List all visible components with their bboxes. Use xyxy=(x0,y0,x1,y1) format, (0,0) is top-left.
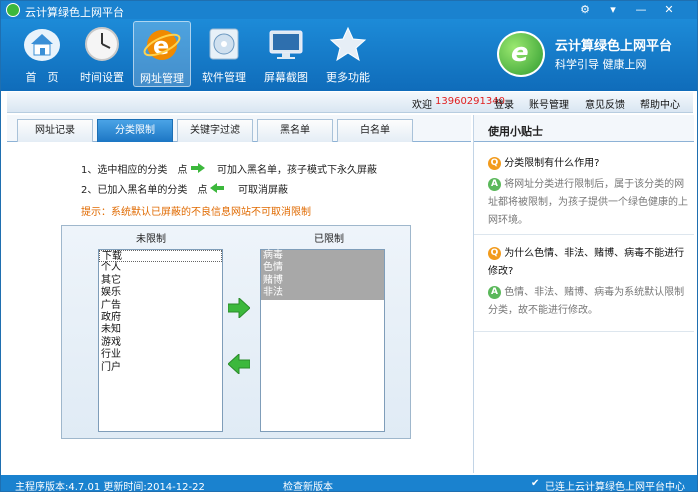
tab-url-records[interactable]: 网址记录 xyxy=(17,119,93,142)
disc-icon xyxy=(204,25,244,63)
step2-text-a: 2、已加入黑名单的分类 点 xyxy=(81,185,208,196)
list-item[interactable]: 行业 xyxy=(99,349,222,361)
list-item[interactable]: 其它 xyxy=(99,275,222,287)
nav-url-management[interactable]: e 网址管理 xyxy=(133,21,191,87)
window-title: 云计算绿色上网平台 xyxy=(25,6,124,19)
check-update-link[interactable]: 检查新版本 xyxy=(283,478,333,491)
feedback-link[interactable]: 意见反馈 xyxy=(585,96,625,111)
brand-area: e 云计算绿色上网平台 科学引导 健康上网 xyxy=(497,27,692,83)
tips-divider xyxy=(474,234,694,235)
tab-strip: 网址记录 分类限制 关键字过滤 黑名单 白名单 xyxy=(7,115,471,142)
tips-panel: 使用小贴士 Q 分类限制有什么作用? A 将网址分类进行限制后，属于该分类的网址… xyxy=(473,115,694,473)
nav-time-label: 时间设置 xyxy=(80,71,124,84)
brand-name: 云计算绿色上网平台 xyxy=(555,39,673,54)
green-right-arrow-icon xyxy=(191,163,205,173)
status-bar: 主程序版本:4.7.01 更新时间:2014-12-22 检查新版本 ✔ 已连上… xyxy=(1,475,697,492)
list-item[interactable]: 未知 xyxy=(99,324,222,336)
tab-keyword-filter[interactable]: 关键字过滤 xyxy=(177,119,253,142)
answer-icon: A xyxy=(488,285,501,299)
list-item[interactable]: 个人 xyxy=(99,262,222,274)
restricted-header: 已限制 xyxy=(314,234,344,245)
list-item[interactable]: 赌博 xyxy=(261,274,384,288)
list-item[interactable]: 下载 xyxy=(99,250,222,263)
add-to-blacklist-button[interactable] xyxy=(228,298,250,318)
step1-text-a: 1、选中相应的分类 点 xyxy=(81,165,188,176)
list-item[interactable]: 色情 xyxy=(261,262,384,275)
star-icon xyxy=(328,25,368,63)
tips-title: 使用小贴士 xyxy=(474,115,694,142)
category-limit-panel: 网址记录 分类限制 关键字过滤 黑名单 白名单 1、选中相应的分类 点 可加入黑… xyxy=(7,115,471,473)
question-2: 为什么色情、非法、赌博、病毒不能进行修改? xyxy=(488,248,685,277)
question-icon: Q xyxy=(488,246,501,260)
answer-2: 色情、非法、赌博、病毒为系统默认限制分类，故不能进行修改。 xyxy=(488,287,685,316)
list-item[interactable]: 广告 xyxy=(99,300,222,312)
nav-software-management[interactable]: 软件管理 xyxy=(195,21,253,87)
tab-whitelist[interactable]: 白名单 xyxy=(337,119,413,142)
brand-logo-icon: e xyxy=(497,31,545,77)
login-link[interactable]: 登录 xyxy=(494,96,514,111)
clock-icon xyxy=(82,25,122,63)
tab-category-limit[interactable]: 分类限制 xyxy=(97,119,173,142)
title-bar: 云计算绿色上网平台 ⚙ ▾ — ✕ xyxy=(1,1,697,19)
tab-blacklist[interactable]: 黑名单 xyxy=(257,119,333,142)
question-icon: Q xyxy=(488,156,501,170)
top-navigation: 首 页 时间设置 e 网址管理 软件管理 屏幕截图 更多功能 e 云计算绿色上网… xyxy=(1,19,697,91)
ie-browser-icon: e xyxy=(142,26,182,64)
tip-block-2: Q 为什么色情、非法、赌博、病毒不能进行修改? A 色情、非法、赌博、病毒为系统… xyxy=(488,245,690,320)
answer-1: 将网址分类进行限制后，属于该分类的网址都将被限制，为孩子提供一个绿色健康的上网环… xyxy=(488,179,688,226)
connection-status: 已连上云计算绿色上网平台中心 xyxy=(545,482,685,492)
house-icon xyxy=(22,25,62,63)
tip-block-1: Q 分类限制有什么作用? A 将网址分类进行限制后，属于该分类的网址都将被限制，… xyxy=(488,155,690,230)
green-left-arrow-icon xyxy=(210,183,224,193)
connected-check-icon: ✔ xyxy=(531,478,540,489)
unrestricted-list[interactable]: 下载 个人 其它 娱乐 广告 政府 未知 游戏 行业 门户 xyxy=(98,249,223,432)
tips-divider xyxy=(474,331,694,332)
minimize-button[interactable]: — xyxy=(627,1,655,18)
list-item[interactable]: 非法 xyxy=(261,287,384,300)
help-center-link[interactable]: 帮助中心 xyxy=(640,96,680,111)
remove-from-blacklist-button[interactable] xyxy=(228,354,250,374)
restricted-list[interactable]: 病毒 色情 赌博 非法 xyxy=(260,249,385,432)
nav-home[interactable]: 首 页 xyxy=(13,21,71,87)
monitor-icon xyxy=(266,25,306,63)
nav-screenshot-label: 屏幕截图 xyxy=(264,71,308,84)
list-item[interactable]: 门户 xyxy=(99,362,222,374)
list-item[interactable]: 政府 xyxy=(99,312,222,324)
tip-text: 提示：系统默认已屏蔽的不良信息网站不可取消限制 xyxy=(81,207,311,218)
nav-software-label: 软件管理 xyxy=(202,71,246,84)
nav-screenshot[interactable]: 屏幕截图 xyxy=(257,21,315,87)
step1-text-b: 可加入黑名单，孩子模式下永久屏蔽 xyxy=(217,165,377,176)
nav-home-label: 首 页 xyxy=(25,71,59,84)
settings-gear-icon[interactable]: ⚙ xyxy=(571,1,599,18)
step2-text-b: 可取消屏蔽 xyxy=(238,185,288,196)
category-list-box: 未限制 已限制 下载 个人 其它 娱乐 广告 政府 未知 游戏 行业 门户 病毒… xyxy=(61,225,411,439)
nav-more-label: 更多功能 xyxy=(326,71,370,84)
close-button[interactable]: ✕ xyxy=(655,1,683,18)
welcome-text: 欢迎 xyxy=(412,100,432,111)
unrestricted-header: 未限制 xyxy=(136,234,166,245)
app-logo-icon xyxy=(6,3,20,17)
brand-slogan: 科学引导 健康上网 xyxy=(555,58,647,71)
nav-url-label: 网址管理 xyxy=(140,72,184,85)
list-item[interactable]: 游戏 xyxy=(99,337,222,349)
account-management-link[interactable]: 账号管理 xyxy=(529,96,569,111)
nav-more-features[interactable]: 更多功能 xyxy=(319,21,377,87)
dropdown-menu-button[interactable]: ▾ xyxy=(599,1,627,18)
list-item[interactable]: 娱乐 xyxy=(99,287,222,299)
user-bar: 欢迎 13960291340 登录 账号管理 意见反馈 帮助中心 xyxy=(7,92,693,113)
app-window: 云计算绿色上网平台 ⚙ ▾ — ✕ 首 页 时间设置 e 网址管理 软件管理 屏… xyxy=(0,0,698,492)
answer-icon: A xyxy=(488,177,501,191)
nav-time-settings[interactable]: 时间设置 xyxy=(73,21,131,87)
question-1: 分类限制有什么作用? xyxy=(504,158,600,169)
list-item[interactable]: 病毒 xyxy=(261,250,384,263)
version-info: 主程序版本:4.7.01 更新时间:2014-12-22 xyxy=(15,482,205,492)
